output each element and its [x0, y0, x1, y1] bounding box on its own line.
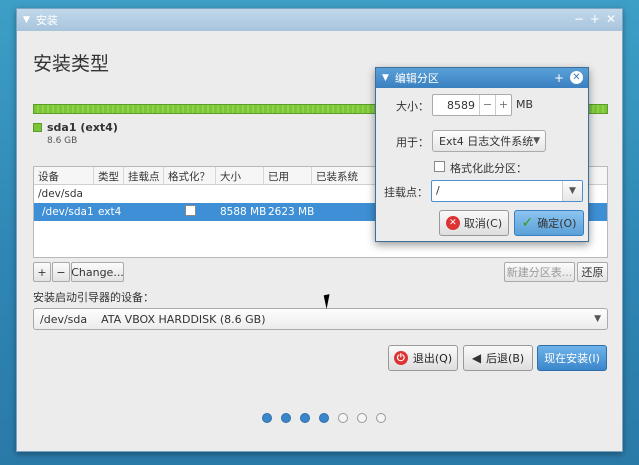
format-partition-label: 格式化此分区： [450, 162, 527, 175]
quit-button[interactable]: ⏻ 退出(Q) [388, 345, 458, 371]
mount-point-label: 挂载点： [384, 186, 428, 199]
use-as-label: 用于： [396, 136, 429, 149]
window-titlebar[interactable]: ▼ 安装 − + ✕ [17, 9, 622, 31]
ok-button-label: 确定(O) [537, 217, 577, 230]
bootloader-device-select[interactable]: /dev/sda ATA VBOX HARDDISK (8.6 GB) ▼ [33, 308, 608, 330]
arrow-left-icon: ◀ [471, 351, 482, 365]
partition-legend-size: 8.6 GB [47, 136, 78, 146]
column-header-used[interactable]: 已用 [264, 167, 312, 184]
chevron-down-icon[interactable]: ▼ [562, 181, 582, 201]
dialog-maximize-icon[interactable]: + [554, 71, 564, 85]
dialog-controls: + ✕ [554, 71, 583, 85]
column-header-format[interactable]: 格式化？ [164, 167, 216, 184]
format-partition-checkbox[interactable] [434, 161, 445, 172]
increment-icon[interactable]: + [495, 95, 511, 115]
bootloader-device-value: /dev/sda ATA VBOX HARDDISK (8.6 GB) [40, 312, 266, 326]
progress-dot-4 [319, 413, 329, 423]
size-spinbox[interactable]: 8589 − + [432, 94, 512, 116]
mount-point-value: / [436, 184, 440, 197]
progress-dots [262, 413, 386, 423]
ok-button[interactable]: ✓ 确定(O) [514, 210, 584, 236]
window-controls: − + ✕ [574, 12, 616, 26]
remove-partition-button[interactable]: − [52, 262, 70, 282]
back-button-label: 后退(B) [486, 352, 525, 365]
page-title: 安装类型 [33, 53, 110, 75]
row-device: /dev/sda [38, 188, 83, 200]
mount-point-combo[interactable]: / ▼ [431, 180, 583, 202]
dialog-close-icon[interactable]: ✕ [570, 71, 583, 84]
size-unit: MB [516, 98, 534, 111]
progress-dot-3 [300, 413, 310, 423]
progress-dot-7 [376, 413, 386, 423]
size-label: 大小： [396, 100, 429, 113]
progress-dot-1 [262, 413, 272, 423]
filesystem-select[interactable]: Ext4 日志文件系统 ▼ [432, 130, 546, 152]
bootloader-label: 安装启动引导器的设备： [33, 291, 154, 304]
progress-dot-6 [357, 413, 367, 423]
row-type: ext4 [98, 206, 122, 218]
new-partition-table-button[interactable]: 新建分区表... [504, 262, 575, 282]
chevron-down-icon: ▼ [594, 314, 601, 324]
change-partition-button[interactable]: Change... [71, 262, 124, 282]
close-icon[interactable]: ✕ [606, 12, 616, 26]
cancel-button-label: 取消(C) [463, 217, 503, 230]
filesystem-value: Ext4 日志文件系统 [439, 135, 534, 148]
edit-partition-dialog: ▼ 编辑分区 + ✕ 大小： 8589 − + MB 用于： Ext4 日志文件… [375, 67, 589, 242]
cancel-icon: ✕ [445, 216, 460, 230]
column-header-type[interactable]: 类型 [94, 167, 124, 184]
chevron-down-icon: ▼ [533, 136, 540, 146]
row-device: /dev/sda1 [42, 206, 94, 218]
row-format-cell [164, 205, 216, 219]
checkmark-icon: ✓ [521, 215, 534, 231]
row-used: 2623 MB [268, 206, 315, 218]
size-value: 8589 [447, 98, 475, 112]
column-header-device[interactable]: 设备 [34, 167, 94, 184]
progress-dot-5 [338, 413, 348, 423]
row-size: 8588 MB [220, 206, 267, 218]
back-button[interactable]: ◀ 后退(B) [463, 345, 533, 371]
dialog-menu-icon[interactable]: ▼ [382, 73, 389, 83]
cancel-button[interactable]: ✕ 取消(C) [439, 210, 509, 236]
dialog-titlebar[interactable]: ▼ 编辑分区 + ✕ [376, 68, 588, 88]
partition-legend-name: sda1 (ext4) [47, 121, 118, 134]
maximize-icon[interactable]: + [590, 12, 600, 26]
window-title: 安装 [35, 14, 58, 27]
format-checkbox[interactable] [184, 205, 196, 216]
column-header-mount[interactable]: 挂载点 [124, 167, 164, 184]
partition-color-swatch [33, 123, 42, 132]
dialog-title: 编辑分区 [394, 72, 439, 85]
decrement-icon[interactable]: − [479, 95, 495, 115]
window-menu-icon[interactable]: ▼ [23, 15, 30, 25]
quit-button-label: 退出(Q) [412, 352, 453, 365]
power-icon: ⏻ [393, 351, 408, 365]
add-partition-button[interactable]: + [33, 262, 51, 282]
progress-dot-2 [281, 413, 291, 423]
revert-button[interactable]: 还原 [577, 262, 608, 282]
install-now-button[interactable]: 现在安装(I) [537, 345, 607, 371]
minimize-icon[interactable]: − [574, 12, 584, 26]
mouse-cursor-icon [323, 292, 339, 310]
column-header-size[interactable]: 大小 [216, 167, 264, 184]
